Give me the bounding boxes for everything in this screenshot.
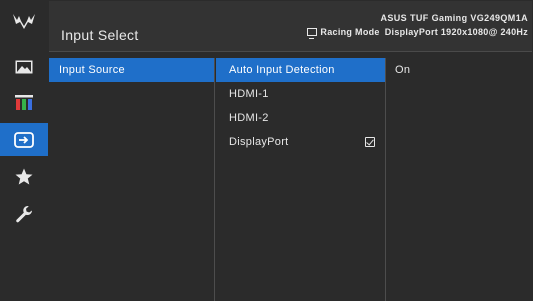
color-icon [15,94,33,110]
sidebar-item-color[interactable] [0,86,48,119]
menu-item-displayport[interactable]: DisplayPort [216,130,385,154]
mode-label: Racing Mode [320,27,380,37]
menu-item-label: On [395,64,411,76]
model-name: ASUS TUF Gaming VG249QM1A [380,13,528,23]
menu-item-label: HDMI-1 [229,88,269,100]
menu-level2: Auto Input Detection HDMI-1 HDMI-2 Displ… [216,58,386,301]
sidebar-item-input-select[interactable] [0,123,48,156]
page-title: Input Select [61,27,139,43]
tuf-logo [13,14,35,29]
menu-item-on[interactable]: On [387,58,533,82]
sidebar-item-favorite[interactable] [0,160,48,193]
menu-item-input-source[interactable]: Input Source [49,58,214,82]
menu-level3: On [387,58,533,301]
osd-panel: Input Select ASUS TUF Gaming VG249QM1A R… [0,0,533,301]
sidebar-item-image[interactable] [0,50,48,83]
input-info: DisplayPort 1920x1080@ 240Hz [384,27,528,37]
menu-item-label: Input Source [59,64,125,76]
menu-item-label: DisplayPort [229,136,289,148]
menu-level1: Input Source [49,58,215,301]
input-select-icon [14,131,34,148]
status-line: Racing Mode DisplayPort 1920x1080@ 240Hz [307,27,528,39]
menu-item-hdmi-1[interactable]: HDMI-1 [216,82,385,106]
image-icon [15,60,33,73]
monitor-icon [307,28,318,39]
menu-item-label: Auto Input Detection [229,64,335,76]
checkmark-icon [365,137,375,147]
header: Input Select ASUS TUF Gaming VG249QM1A R… [49,1,532,52]
menu-item-label: HDMI-2 [229,112,269,124]
sidebar-item-system-setup[interactable] [0,197,48,230]
menu-item-auto-input-detection[interactable]: Auto Input Detection [216,58,385,82]
menu-item-hdmi-2[interactable]: HDMI-2 [216,106,385,130]
sidebar [0,0,48,301]
wrench-icon [16,205,32,222]
star-icon [15,168,33,184]
